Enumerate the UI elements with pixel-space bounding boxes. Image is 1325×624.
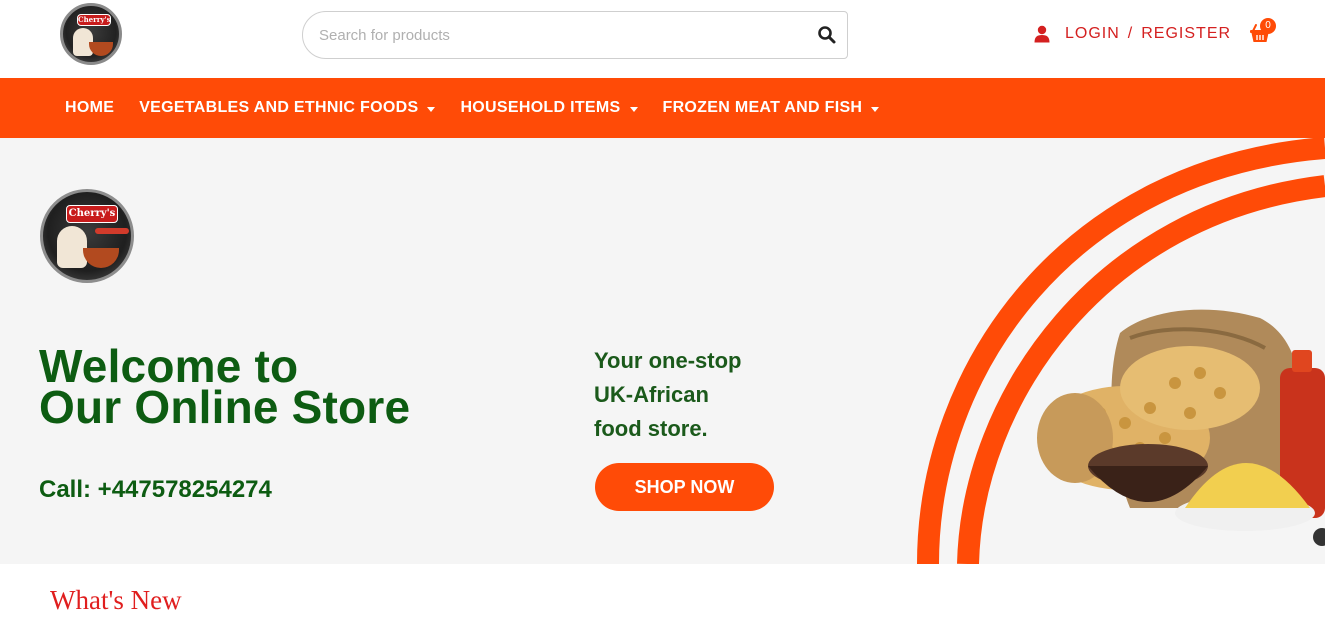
hero-food-image xyxy=(917,138,1325,564)
caret-down-icon xyxy=(427,107,436,112)
login-label[interactable]: LOGIN xyxy=(1065,25,1120,43)
logo-badge-text: Cherry's xyxy=(66,205,118,223)
hero-tagline-line2: UK-African xyxy=(594,382,709,407)
nav-item-label: HOUSEHOLD ITEMS xyxy=(460,99,621,116)
store-logo[interactable]: Cherry's xyxy=(60,3,122,65)
section-title: What's New xyxy=(50,585,182,615)
nav-item-label: VEGETABLES AND ETHNIC FOODS xyxy=(139,99,419,116)
logo-script-graphic xyxy=(95,228,129,234)
hero-store-logo: Cherry's xyxy=(40,189,134,283)
shop-now-button[interactable]: SHOP NOW xyxy=(595,463,774,511)
hero-headline: Welcome to Our Online Store xyxy=(39,343,459,433)
nav-item-vegetables-and-ethnic-foods[interactable]: VEGETABLES AND ETHNIC FOODS xyxy=(139,99,436,117)
search-bar xyxy=(302,11,848,59)
site-header: Cherry's LOGIN / REGISTER 0 xyxy=(0,0,1325,78)
login-register-link[interactable]: LOGIN / REGISTER xyxy=(1033,22,1231,46)
logo-bowl-graphic xyxy=(83,248,119,268)
login-separator: / xyxy=(1127,25,1134,42)
main-nav: HOME VEGETABLES AND ETHNIC FOODS HOUSEHO… xyxy=(0,78,1325,138)
caret-down-icon xyxy=(629,107,638,112)
nav-item-frozen-meat-and-fish[interactable]: FROZEN MEAT AND FISH xyxy=(663,99,880,117)
hero-tagline-line3: food store. xyxy=(594,416,708,441)
hero-phone: Call: +447578254274 xyxy=(39,476,272,503)
logo-bowl-graphic xyxy=(89,42,113,56)
search-input[interactable] xyxy=(319,12,799,58)
nav-item-household-items[interactable]: HOUSEHOLD ITEMS xyxy=(460,99,638,117)
hero-tagline: Your one-stop UK-African food store. xyxy=(594,344,741,446)
hero-tagline-line1: Your one-stop xyxy=(594,348,742,373)
user-icon xyxy=(1034,25,1050,43)
hero-headline-line2: Our Online Store xyxy=(39,381,411,433)
register-label[interactable]: REGISTER xyxy=(1141,25,1231,43)
hero-banner: Cherry's Welcome to Our Online Store Cal… xyxy=(0,138,1325,564)
logo-badge-text: Cherry's xyxy=(77,14,111,26)
nav-item-label: HOME xyxy=(65,99,115,116)
search-icon[interactable] xyxy=(817,25,837,45)
nav-item-home[interactable]: HOME xyxy=(65,99,114,117)
logo-chef-graphic xyxy=(57,226,87,268)
close-icon[interactable] xyxy=(1313,528,1325,546)
nav-item-label: FROZEN MEAT AND FISH xyxy=(662,99,863,116)
cart-count-badge: 0 xyxy=(1260,18,1276,34)
caret-down-icon xyxy=(871,107,880,112)
